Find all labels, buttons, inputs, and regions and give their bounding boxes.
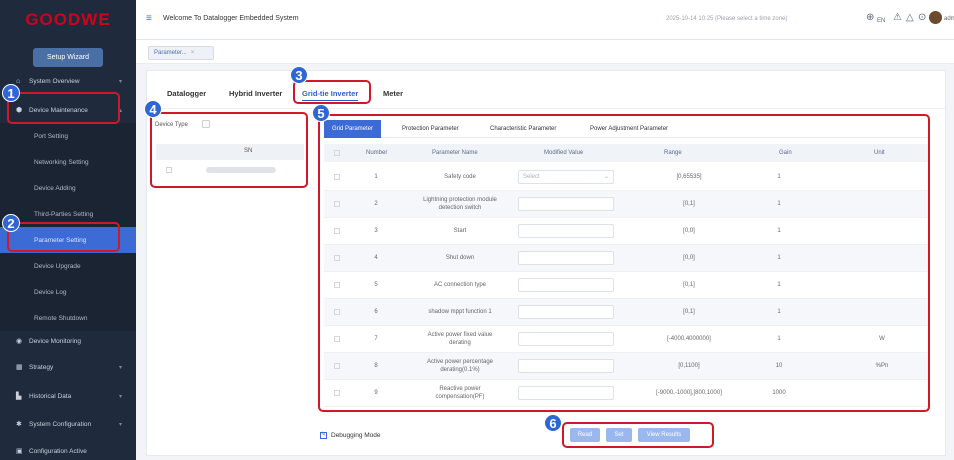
tab-meter[interactable]: Meter (383, 89, 403, 98)
sidebar-item-strategy[interactable]: ▦ Strategy ▾ (0, 354, 136, 380)
gear-icon: ✱ (16, 420, 22, 428)
avatar[interactable] (929, 11, 942, 24)
close-icon[interactable]: × (191, 50, 195, 56)
chevron-down-icon: ▾ (118, 421, 122, 428)
sidebar-item-configuration-active[interactable]: ▣ Configuration Active (0, 438, 136, 460)
globe-icon[interactable]: ⊕ (866, 13, 874, 23)
sidebar-item-label: System Overview (29, 77, 80, 85)
annotation-box-6 (562, 422, 714, 448)
annotation-badge: 6 (544, 414, 562, 432)
page-tab-strip: Parameter... × (136, 40, 954, 64)
device-tabs: Datalogger Hybrid Inverter Grid-tie Inve… (147, 71, 945, 109)
sidebar-item-label: System Configuration (29, 420, 92, 428)
settings-icon[interactable]: ⊙ (918, 13, 926, 23)
annotation-box-5 (318, 114, 930, 412)
sidebar-item-label: Strategy (29, 363, 54, 371)
sidebar-item-label: Configuration Active (29, 447, 87, 455)
page-tab-parameter[interactable]: Parameter... × (148, 46, 214, 60)
monitor-icon: ◉ (16, 337, 23, 345)
chevron-down-icon: ▾ (118, 364, 122, 371)
sidebar-sub-device-upgrade[interactable]: Device Upgrade (0, 253, 136, 279)
sidebar-item-device-monitoring[interactable]: ◉ Device Monitoring (0, 328, 136, 354)
annotation-box-1 (7, 92, 120, 124)
top-bar: ≡ Welcome To Datalogger Embedded System … (136, 0, 954, 40)
annotation-badge: 5 (312, 104, 330, 122)
time-zone-display[interactable]: 2025-10-14 10:25 (Please select a time z… (666, 16, 787, 22)
tab-hybrid-inverter[interactable]: Hybrid Inverter (229, 89, 282, 98)
debugging-mode-label: Debugging Mode (331, 432, 381, 439)
warning-icon[interactable]: ⚠ (893, 13, 902, 23)
annotation-box-4 (150, 112, 308, 188)
strategy-icon: ▦ (16, 363, 23, 371)
config-icon: ▣ (16, 447, 23, 455)
chart-icon: ▙ (16, 392, 22, 400)
chevron-down-icon: ▾ (118, 78, 122, 85)
edit-icon: ✎ (320, 432, 327, 439)
debugging-mode-toggle[interactable]: ✎ Debugging Mode (320, 432, 381, 439)
user-name[interactable]: admin (944, 16, 954, 22)
annotation-box-3 (293, 80, 371, 104)
page-tab-label: Parameter... (154, 50, 187, 56)
annotation-badge: 2 (2, 214, 20, 232)
alarm-icon[interactable]: △ (906, 13, 914, 23)
tab-datalogger[interactable]: Datalogger (167, 89, 206, 98)
annotation-badge: 1 (2, 84, 20, 102)
goodwe-logo: GOODWE (25, 10, 111, 29)
language-label[interactable]: EN (877, 16, 885, 26)
sidebar-sub-device-adding[interactable]: Device Adding (0, 175, 136, 201)
sidebar-item-system-configuration[interactable]: ✱ System Configuration ▾ (0, 411, 136, 437)
sidebar-sub-networking-setting[interactable]: Networking Setting (0, 149, 136, 175)
sidebar-item-historical-data[interactable]: ▙ Historical Data ▾ (0, 383, 136, 409)
annotation-box-2 (7, 222, 120, 252)
page-title: Welcome To Datalogger Embedded System (163, 15, 299, 22)
menu-icon[interactable]: ≡ (146, 14, 156, 24)
sidebar-item-label: Device Monitoring (29, 337, 82, 345)
chevron-down-icon: ▾ (118, 393, 122, 400)
setup-wizard-button[interactable]: Setup Wizard (33, 48, 103, 67)
annotation-badge: 4 (144, 100, 162, 118)
sidebar-sub-device-log[interactable]: Device Log (0, 279, 136, 305)
sidebar-item-label: Historical Data (29, 392, 72, 400)
sidebar-sub-port-setting[interactable]: Port Setting (0, 123, 136, 149)
annotation-badge: 3 (290, 66, 308, 84)
home-icon: ⌂ (16, 77, 21, 85)
sidebar-item-system-overview[interactable]: ⌂ System Overview ▾ (0, 68, 136, 94)
